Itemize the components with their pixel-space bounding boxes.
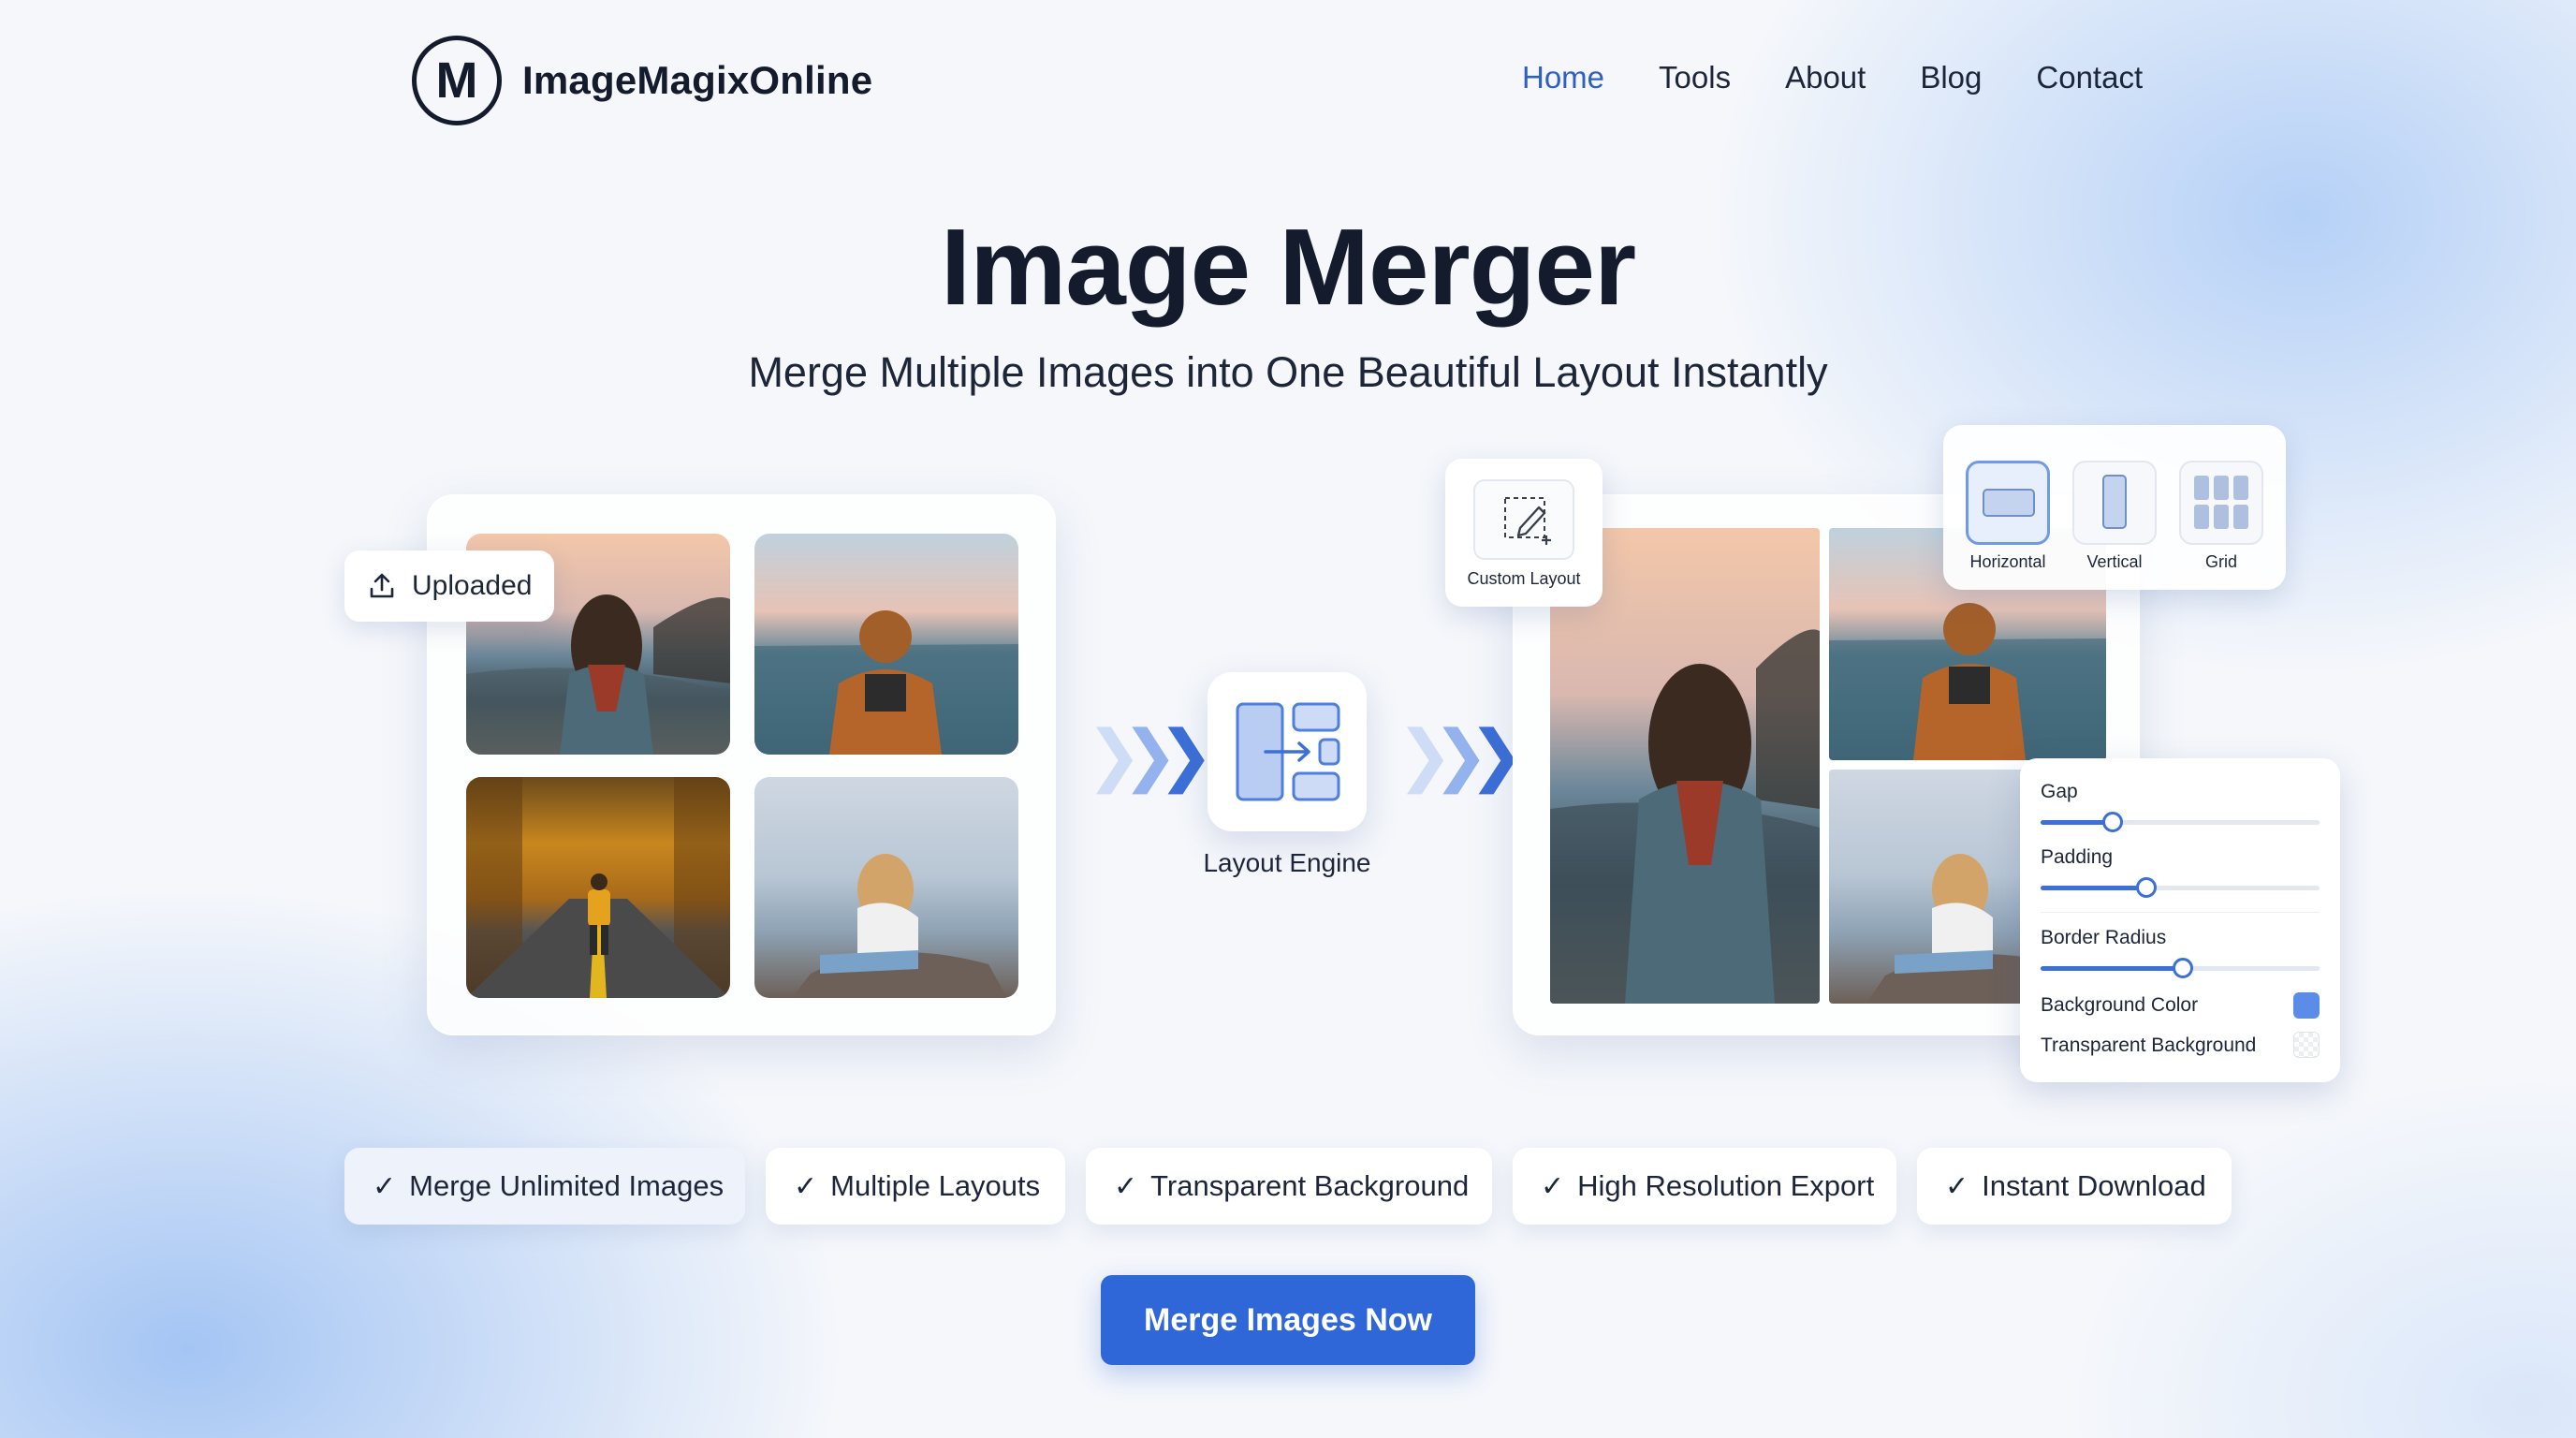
- nav-tools[interactable]: Tools: [1659, 60, 1731, 95]
- layout-picker: Horizontal Vertical Grid: [1943, 425, 2286, 590]
- vertical-layout-icon: [2102, 475, 2127, 529]
- uploaded-tag: Uploaded: [344, 550, 554, 622]
- nav-contact[interactable]: Contact: [2036, 60, 2143, 95]
- page-subtitle: Merge Multiple Images into One Beautiful…: [748, 348, 1828, 396]
- padding-slider-fill: [2041, 886, 2147, 890]
- padding-slider-thumb[interactable]: [2136, 877, 2158, 898]
- background-color-label: Background Color: [2041, 994, 2199, 1016]
- uploaded-photo-forest-road: [466, 777, 730, 998]
- page-title: Image Merger: [940, 206, 1636, 328]
- transparent-background-toggle[interactable]: [2293, 1032, 2320, 1058]
- edit-layout-icon: [1504, 497, 1551, 545]
- photo-forest-figure: [466, 777, 730, 998]
- uploaded-tag-label: Uploaded: [412, 570, 533, 601]
- photo-sea-figure: [754, 610, 1018, 755]
- check-icon: ✓: [1945, 1170, 1969, 1202]
- feature-pill: ✓ High Resolution Export: [1513, 1148, 1896, 1225]
- check-icon: ✓: [794, 1170, 818, 1202]
- feature-label: Instant Download: [1982, 1169, 2206, 1202]
- settings-panel: Gap Padding Border Radius Background Col…: [2020, 758, 2340, 1082]
- photo-rock-figure: [792, 854, 1007, 998]
- settings-divider: [2041, 912, 2320, 913]
- transparent-background-label: Transparent Background: [2041, 1034, 2257, 1056]
- uploaded-photo-sea: [754, 534, 1018, 755]
- merge-images-button[interactable]: Merge Images Now: [1101, 1275, 1475, 1365]
- layout-grid-label: Grid: [2204, 552, 2237, 571]
- check-icon: ✓: [373, 1170, 397, 1202]
- feature-label: Multiple Layouts: [830, 1169, 1041, 1202]
- horizontal-layout-icon: [1983, 489, 2035, 517]
- upload-icon: [370, 573, 394, 598]
- background-color-swatch[interactable]: [2293, 992, 2320, 1019]
- border-radius-label: Border Radius: [2041, 927, 2167, 948]
- layout-vertical-button[interactable]: [2072, 461, 2157, 545]
- feature-label: High Resolution Export: [1577, 1169, 1875, 1202]
- feature-pill: ✓ Merge Unlimited Images: [344, 1148, 745, 1225]
- custom-layout-label: Custom Layout: [1467, 569, 1581, 588]
- padding-label: Padding: [2041, 846, 2114, 868]
- border-radius-slider-fill: [2041, 966, 2183, 971]
- check-icon: ✓: [1114, 1170, 1138, 1202]
- layout-vertical-label: Vertical: [2086, 552, 2143, 571]
- padding-slider[interactable]: [2041, 877, 2320, 898]
- layout-engine-label: Layout Engine: [1203, 848, 1371, 877]
- uploaded-photo-rock: [754, 777, 1018, 998]
- gap-slider[interactable]: [2041, 812, 2320, 832]
- feature-pill: ✓ Transparent Background: [1086, 1148, 1492, 1225]
- nav-about[interactable]: About: [1785, 60, 1866, 95]
- chevrons-icon: ❯❯❯: [1086, 718, 1214, 793]
- layout-engine-icon: [1208, 672, 1367, 831]
- logo-mark: M: [412, 36, 502, 125]
- layout-engine-glyph: [1236, 702, 1340, 801]
- layout-horizontal-button[interactable]: [1966, 461, 2050, 545]
- border-radius-slider-thumb[interactable]: [2172, 958, 2193, 978]
- nav-home[interactable]: Home: [1522, 60, 1604, 95]
- gap-label: Gap: [2041, 781, 2078, 802]
- brand-logo[interactable]: M ImageMagixOnline: [412, 36, 872, 125]
- feature-pill: ✓ Instant Download: [1917, 1148, 2232, 1225]
- nav-blog[interactable]: Blog: [1920, 60, 1982, 95]
- feature-label: Transparent Background: [1150, 1169, 1470, 1202]
- feature-pill: ✓ Multiple Layouts: [766, 1148, 1065, 1225]
- border-radius-slider[interactable]: [2041, 958, 2320, 978]
- custom-layout-button[interactable]: Custom Layout: [1445, 459, 1603, 607]
- layout-horizontal-label: Horizontal: [1969, 552, 2046, 571]
- feature-label: Merge Unlimited Images: [409, 1169, 724, 1202]
- chevrons-icon: ❯❯❯: [1397, 718, 1525, 793]
- grid-layout-icon: [2194, 476, 2248, 529]
- gap-slider-thumb[interactable]: [2102, 812, 2124, 832]
- main-nav: Home Tools About Blog Contact: [1522, 60, 2143, 95]
- check-icon: ✓: [1541, 1170, 1565, 1202]
- custom-layout-icon-frame: [1473, 479, 1574, 560]
- brand-name: ImageMagixOnline: [522, 58, 873, 102]
- layout-grid-button[interactable]: [2179, 461, 2263, 545]
